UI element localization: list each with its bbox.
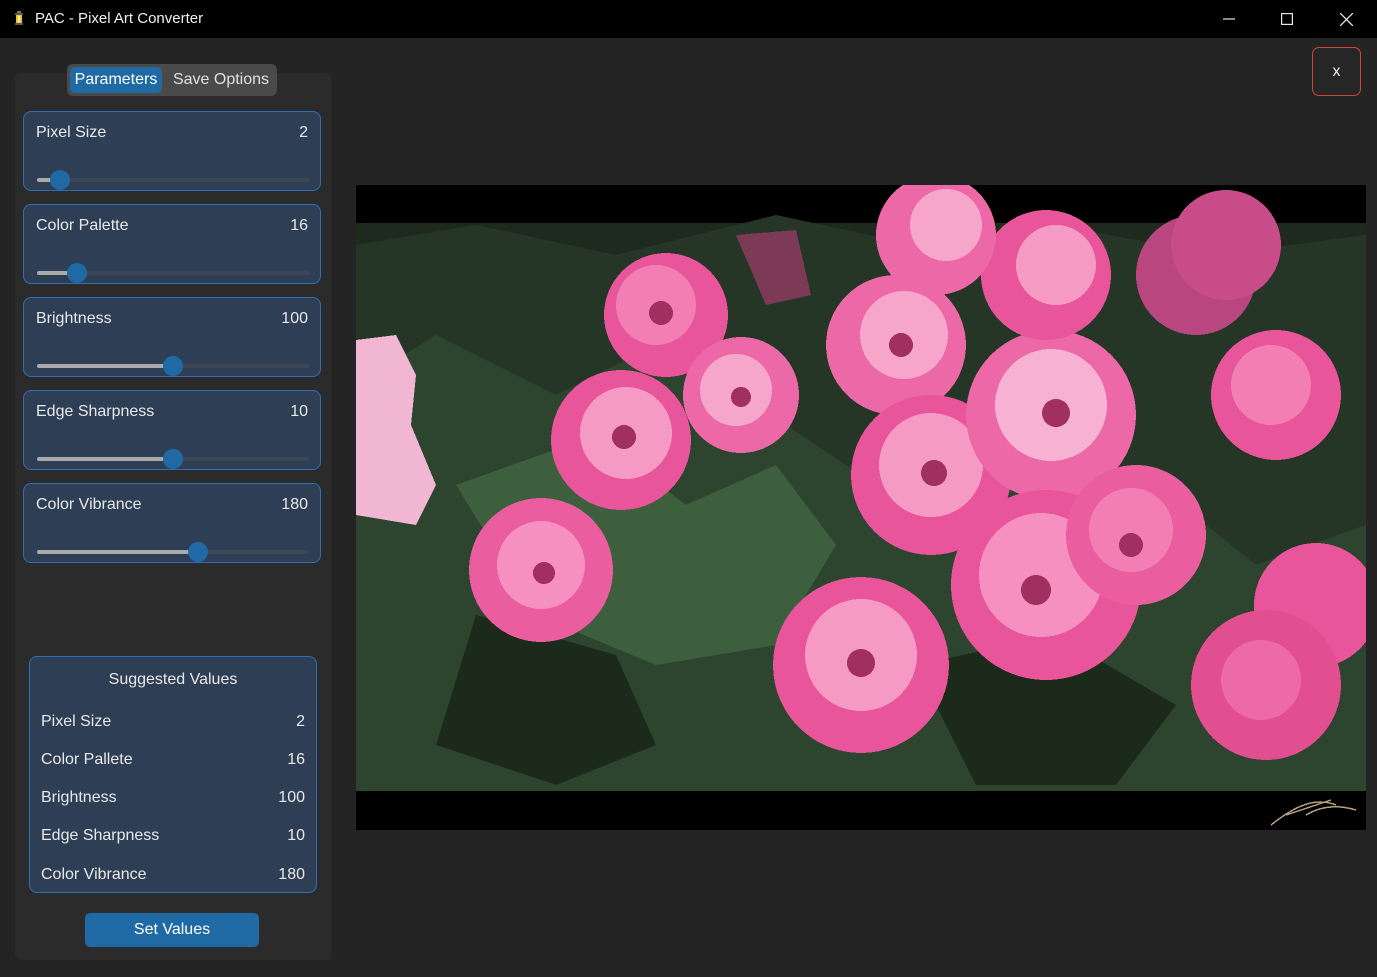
slider-fill — [37, 457, 173, 461]
slider-fill — [37, 550, 199, 554]
color-vibrance-value: 180 — [281, 496, 308, 513]
close-window-button[interactable] — [1317, 0, 1375, 38]
title-bar: PAC - Pixel Art Converter — [0, 0, 1377, 38]
color-vibrance-slider[interactable] — [37, 542, 309, 562]
window-title: PAC - Pixel Art Converter — [35, 10, 204, 27]
suggested-row: Color Pallete 16 — [41, 751, 305, 773]
edge-sharpness-value: 10 — [290, 403, 308, 420]
close-preview-button[interactable]: x — [1312, 47, 1361, 96]
close-icon — [1339, 12, 1353, 26]
edge-sharpness-slider[interactable] — [37, 449, 309, 469]
suggested-value: 10 — [287, 827, 305, 844]
suggested-row: Edge Sharpness 10 — [41, 827, 305, 849]
edge-sharpness-card: Edge Sharpness 10 — [23, 390, 321, 470]
slider-handle[interactable] — [163, 356, 183, 376]
brightness-label: Brightness — [36, 310, 112, 327]
suggested-label: Brightness — [41, 789, 117, 806]
slider-handle[interactable] — [163, 449, 183, 469]
suggested-value: 100 — [278, 789, 305, 806]
slider-handle[interactable] — [67, 263, 88, 283]
suggested-value: 180 — [278, 866, 305, 883]
suggested-values-box: Suggested Values Pixel Size 2 Color Pall… — [29, 656, 317, 893]
minimize-button[interactable] — [1200, 0, 1258, 38]
slider-fill — [37, 364, 173, 368]
edge-sharpness-label: Edge Sharpness — [36, 403, 155, 420]
suggested-value: 2 — [296, 713, 305, 730]
roses-image — [356, 185, 1366, 830]
suggested-row: Brightness 100 — [41, 789, 305, 811]
pixel-size-card: Pixel Size 2 — [23, 111, 321, 191]
app-lantern-icon — [15, 11, 23, 25]
color-palette-value: 16 — [290, 217, 308, 234]
set-values-button[interactable]: Set Values — [85, 913, 259, 947]
pixel-size-value: 2 — [299, 124, 308, 141]
brightness-slider[interactable] — [37, 356, 309, 376]
pixel-size-label: Pixel Size — [36, 124, 107, 141]
suggested-label: Edge Sharpness — [41, 827, 160, 844]
pixel-size-slider[interactable] — [37, 170, 309, 190]
slider-handle[interactable] — [49, 170, 70, 190]
brightness-card: Brightness 100 — [23, 297, 321, 377]
suggested-row: Color Vibrance 180 — [41, 866, 305, 888]
suggested-label: Pixel Size — [41, 713, 112, 730]
brightness-value: 100 — [281, 310, 308, 327]
tab-save-options[interactable]: Save Options — [167, 67, 275, 93]
suggested-label: Color Pallete — [41, 751, 133, 768]
pixel-art-preview — [356, 185, 1366, 830]
suggested-row: Pixel Size 2 — [41, 713, 305, 735]
minimize-icon — [1223, 18, 1235, 20]
suggested-values-title: Suggested Values — [108, 671, 238, 688]
tab-bar: Parameters Save Options — [67, 64, 277, 96]
color-palette-label: Color Palette — [36, 217, 129, 234]
color-vibrance-label: Color Vibrance — [36, 496, 142, 513]
suggested-label: Color Vibrance — [41, 866, 147, 883]
slider-track — [37, 178, 309, 182]
slider-handle[interactable] — [188, 542, 209, 562]
color-palette-card: Color Palette 16 — [23, 204, 321, 284]
tab-parameters[interactable]: Parameters — [70, 67, 162, 93]
color-vibrance-card: Color Vibrance 180 — [23, 483, 321, 563]
color-palette-slider[interactable] — [37, 263, 309, 283]
maximize-icon — [1281, 13, 1293, 25]
suggested-value: 16 — [287, 751, 305, 768]
maximize-button[interactable] — [1258, 0, 1316, 38]
